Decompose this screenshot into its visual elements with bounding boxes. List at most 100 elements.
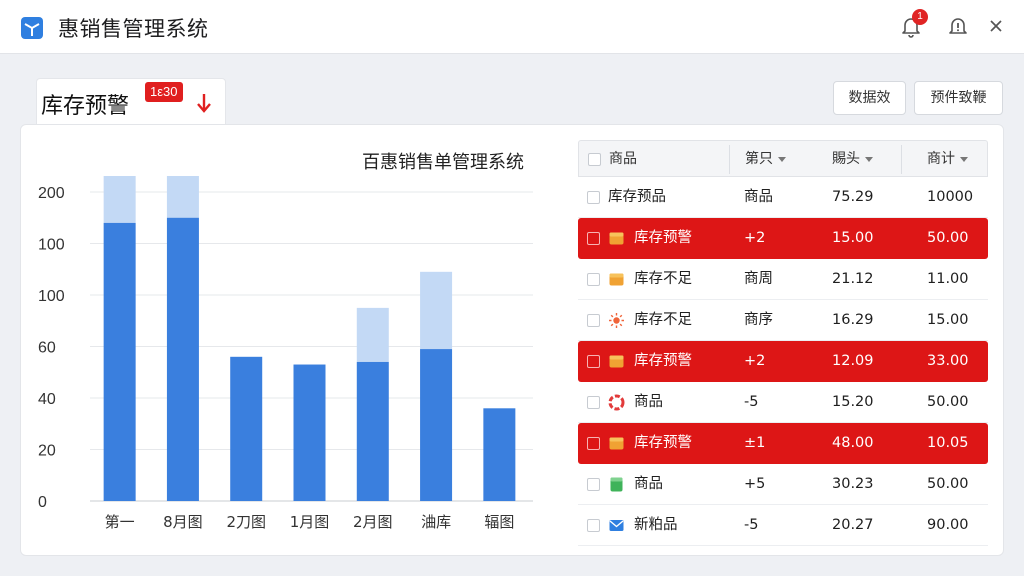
box-icon [609,437,624,450]
cell-col3: 90.00 [927,517,969,533]
cell-col2: 12.09 [832,353,874,369]
bar-segment-dark [103,222,136,501]
row-checkbox[interactable] [587,478,600,491]
y-tick-label: 40 [38,391,56,408]
table-row[interactable]: 库存不足 商序 16.29 15.00 [578,300,988,341]
y-tick-label: 100 [38,288,65,305]
cell-product: 库存预警 [634,230,692,246]
cell-col3: 33.00 [927,353,969,369]
x-tick-label: 1月图 [290,513,330,531]
sort-caret-icon [865,156,873,162]
bar-segment-light [356,307,389,362]
cell-product: 库存预警 [634,435,692,451]
export-button[interactable]: 预件致鞭 [914,81,1003,115]
row-checkbox[interactable] [587,314,600,327]
header-col3-label: 商计 [927,151,955,167]
bar-segment-dark [166,217,199,501]
x-tick-label: 8月图 [163,513,203,531]
bar-chart: 2001001006040200第一 8月图 2刀图 1月图 2月图 浀库 辐图 [38,176,533,531]
close-icon[interactable] [983,13,1009,39]
cell-product: 新粕品 [634,517,678,533]
row-checkbox[interactable] [587,519,600,532]
x-tick-label: 辐图 [484,513,514,531]
sun-icon [609,313,624,328]
cell-col1: ±1 [744,435,766,451]
cell-col1: +2 [744,230,766,246]
row-checkbox[interactable] [587,232,600,245]
header-col2[interactable]: 賜头 [832,141,873,178]
section-badge: 1ε30 [145,82,183,102]
row-checkbox[interactable] [587,191,600,204]
cell-col1: 商序 [744,312,773,328]
header-col2-label: 賜头 [832,151,860,167]
data-button[interactable]: 数据效 [833,81,906,115]
box-icon [609,273,624,286]
mail-icon [609,520,624,531]
row-checkbox[interactable] [587,355,600,368]
bar-segment-dark [420,349,453,501]
cell-product: 库存预品 [608,189,666,205]
cell-col1: +5 [744,476,766,492]
cell-col3: 10.05 [927,435,969,451]
x-tick-label: 浀库 [421,513,451,531]
sort-caret-icon [778,156,786,162]
x-tick-label: 2月图 [353,513,393,531]
box-icon [609,355,624,368]
header-divider [729,145,730,174]
cell-col3: 10000 [927,189,974,205]
x-tick-label: 2刀图 [226,513,266,531]
section-title: 库存预警 [41,94,130,119]
cell-product: 库存不足 [634,271,692,287]
bar-segment-light [420,271,453,350]
sort-caret-icon [960,156,968,162]
chart-title: 百惠销售单管理系统 [362,152,524,173]
x-tick-label: 第一 [105,513,135,531]
alert-bell-icon[interactable] [945,13,971,39]
table-row-alert[interactable]: 库存预警 +2 12.09 33.00 [578,341,988,382]
bar-segment-dark [483,408,516,501]
cell-product: 商品 [634,394,663,410]
y-tick-label: 20 [38,443,56,460]
cell-col3: 50.00 [927,394,969,410]
cell-product: 商品 [634,476,663,492]
cell-col2: 48.00 [832,435,874,451]
table-body: 库存预品 商品 75.29 10000 库存预警 +2 15.00 50.00 库存不足 商周 21… [578,177,988,546]
row-checkbox[interactable] [587,273,600,286]
cell-col1: 商周 [744,271,773,287]
cell-col1: 商品 [744,189,773,205]
row-checkbox[interactable] [587,396,600,409]
app-title: 惠销售管理系统 [58,17,209,41]
table-row[interactable]: 新粕品 -5 20.27 90.00 [578,505,988,546]
row-checkbox[interactable] [587,437,600,450]
bar-segment-light [103,176,136,223]
table-row-alert[interactable]: 库存预警 ±1 48.00 10.05 [578,423,988,464]
header-col1[interactable]: 第只 [745,141,786,178]
cell-col2: 21.12 [832,271,874,287]
table-row-alert[interactable]: 库存预警 +2 15.00 50.00 [578,218,988,259]
cell-col3: 50.00 [927,230,969,246]
box-icon [609,232,624,245]
header-col3[interactable]: 商计 [927,141,968,178]
y-tick-label: 60 [38,340,56,357]
y-tick-label: 0 [38,494,47,511]
bar-segment-dark [356,361,389,501]
cell-col1: -5 [744,394,759,410]
app-logo-icon [21,17,43,39]
cell-col2: 16.29 [832,312,874,328]
cell-col3: 50.00 [927,476,969,492]
green-box-icon [610,477,623,492]
header-product[interactable]: 商品 [609,141,637,178]
y-tick-label: 200 [38,185,65,202]
cell-product: 库存不足 [634,312,692,328]
select-all-checkbox[interactable] [588,153,601,166]
inventory-table: 商品 第只 賜头 商计 库存预品 商品 75.29 10000 库存预警 +2 15.00 5… [578,140,988,546]
table-row[interactable]: 商品 -5 15.20 50.00 [578,382,988,423]
arrow-down-icon [197,94,211,113]
bar-segment-light [166,176,199,218]
table-row[interactable]: 库存不足 商周 21.12 11.00 [578,259,988,300]
notification-badge: 1 [912,9,928,25]
table-row[interactable]: 库存预品 商品 75.29 10000 [578,177,988,218]
cell-col1: -5 [744,517,759,533]
header-divider [901,145,902,174]
table-row[interactable]: 商品 +5 30.23 50.00 [578,464,988,505]
